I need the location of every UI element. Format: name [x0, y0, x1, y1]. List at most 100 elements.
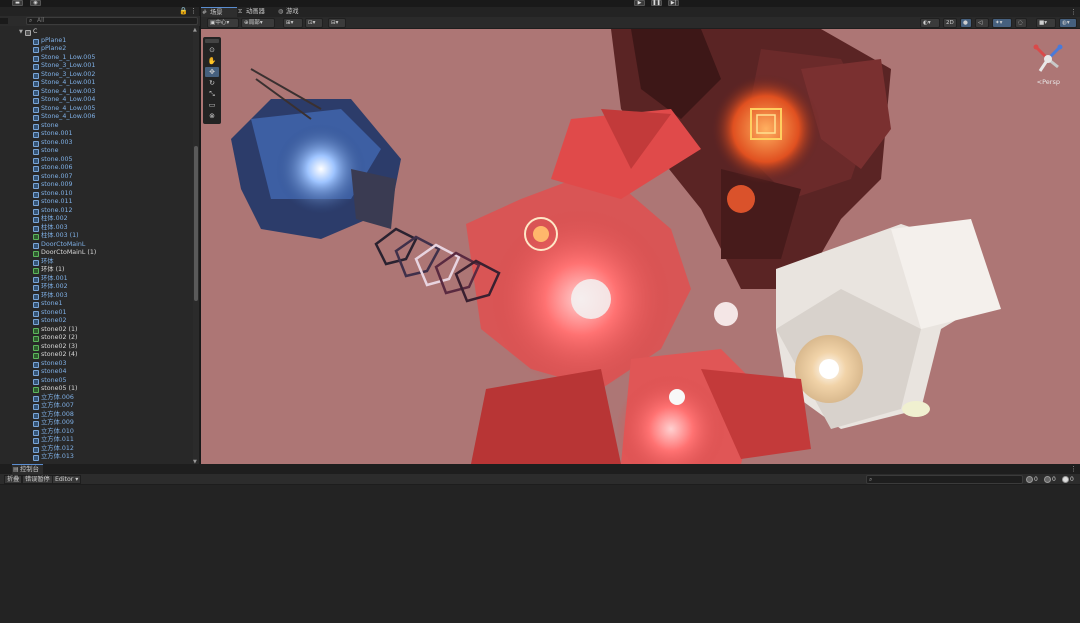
- hierarchy-item[interactable]: stone02 (1): [0, 326, 192, 335]
- hierarchy-item[interactable]: 环体 (1): [0, 266, 192, 275]
- pause-icon[interactable]: ❚❚: [651, 0, 662, 6]
- hierarchy-item[interactable]: Stone_4_Low.006: [0, 113, 192, 122]
- hierarchy-item[interactable]: 环体.002: [0, 283, 192, 292]
- audio-icon[interactable]: ◁: [975, 18, 989, 28]
- hierarchy-item[interactable]: 柱体.003 (1): [0, 232, 192, 241]
- toggle-2d-button[interactable]: 2D: [943, 18, 957, 28]
- more-menu-icon[interactable]: ⋮: [1070, 465, 1077, 473]
- editor-dropdown[interactable]: Editor ▾: [52, 475, 82, 484]
- hierarchy-item[interactable]: stone: [0, 147, 192, 156]
- hierarchy-item[interactable]: Stone_3_Low.002: [0, 71, 192, 80]
- transform-tool-icon[interactable]: ⊗: [205, 111, 219, 121]
- hierarchy-item[interactable]: stone04: [0, 368, 192, 377]
- snap-icon[interactable]: ⊞▾: [283, 18, 303, 28]
- hierarchy-item[interactable]: pPlane1: [0, 37, 192, 46]
- hierarchy-item[interactable]: stone02 (4): [0, 351, 192, 360]
- hierarchy-item[interactable]: stone.005: [0, 156, 192, 165]
- hierarchy-item[interactable]: Stone_4_Low.004: [0, 96, 192, 105]
- hierarchy-item[interactable]: Stone_4_Low.001: [0, 79, 192, 88]
- hierarchy-item[interactable]: stone.003: [0, 139, 192, 148]
- layers-icon[interactable]: ▬: [12, 0, 23, 6]
- hand-tool-icon[interactable]: ✋: [205, 56, 219, 66]
- hierarchy-item[interactable]: Stone_4_Low.003: [0, 88, 192, 97]
- hierarchy-item[interactable]: 立方体.012: [0, 445, 192, 454]
- rect-tool-icon[interactable]: ▭: [205, 100, 219, 110]
- hierarchy-item[interactable]: 立方体.007: [0, 402, 192, 411]
- hierarchy-item[interactable]: stone03: [0, 360, 192, 369]
- hierarchy-item[interactable]: stone02 (3): [0, 343, 192, 352]
- hierarchy-item[interactable]: stone1: [0, 300, 192, 309]
- effects-icon[interactable]: ✦▾: [992, 18, 1012, 28]
- hierarchy-item[interactable]: stone.001: [0, 130, 192, 139]
- hierarchy-item[interactable]: stone.009: [0, 181, 192, 190]
- hierarchy-item[interactable]: 柱体.003: [0, 224, 192, 233]
- rotate-tool-icon[interactable]: ↻: [205, 78, 219, 88]
- account-icon[interactable]: ◉: [30, 0, 41, 6]
- error-pause-button[interactable]: 错误暂停: [22, 475, 53, 484]
- scrollbar-thumb[interactable]: [194, 146, 198, 301]
- move-tool-icon[interactable]: ✥: [205, 67, 219, 77]
- hierarchy-item[interactable]: 立方体.013: [0, 453, 192, 462]
- tree-root-row[interactable]: ▼ C: [0, 28, 192, 37]
- hierarchy-item[interactable]: Stone_1_Low.005: [0, 54, 192, 63]
- hierarchy-item[interactable]: Stone_4_Low.005: [0, 105, 192, 114]
- hierarchy-scrollbar[interactable]: ▲ ▼: [193, 27, 199, 465]
- hierarchy-item[interactable]: stone01: [0, 309, 192, 318]
- hierarchy-item[interactable]: 环体.003: [0, 292, 192, 301]
- hierarchy-item[interactable]: stone02: [0, 317, 192, 326]
- scene-viewport[interactable]: ⊙ ✋ ✥ ↻ ⤡ ▭ ⊗ <Persp: [201, 29, 1080, 464]
- lighting-icon[interactable]: ●: [960, 18, 972, 28]
- space-dropdown[interactable]: ⊕局部▾: [241, 18, 275, 28]
- tab-game[interactable]: ◍ 游戏: [277, 7, 309, 17]
- hierarchy-item[interactable]: stone.011: [0, 198, 192, 207]
- hierarchy-item[interactable]: pPlane2: [0, 45, 192, 54]
- step-icon[interactable]: ▶|: [668, 0, 679, 6]
- hierarchy-item[interactable]: Stone_3_Low.001: [0, 62, 192, 71]
- hierarchy-item[interactable]: stone.012: [0, 207, 192, 216]
- grid-icon[interactable]: ⊡▾: [305, 18, 323, 28]
- gizmos-icon[interactable]: ◍▾: [1059, 18, 1077, 28]
- tab-scene[interactable]: # 场景: [201, 7, 237, 17]
- hierarchy-item[interactable]: 立方体.006: [0, 394, 192, 403]
- hierarchy-item[interactable]: 环体: [0, 258, 192, 267]
- hierarchy-item[interactable]: DoorCtoMainL: [0, 241, 192, 250]
- more-menu-icon[interactable]: ⋮: [190, 7, 197, 16]
- lock-icon[interactable]: 🔒: [179, 7, 188, 16]
- collapse-button[interactable]: 折叠: [4, 475, 23, 484]
- hierarchy-item[interactable]: 环体.001: [0, 275, 192, 284]
- hidden-objects-icon[interactable]: ◌: [1015, 18, 1027, 28]
- hierarchy-item[interactable]: stone05: [0, 377, 192, 386]
- hierarchy-item[interactable]: 立方体.010: [0, 428, 192, 437]
- scroll-up-icon[interactable]: ▲: [193, 27, 197, 33]
- warn-count-toggle[interactable]: 0: [1044, 475, 1056, 484]
- hierarchy-item[interactable]: stone.010: [0, 190, 192, 199]
- tab-animator[interactable]: ⧖ 动画器: [237, 7, 277, 17]
- create-dropdown[interactable]: [0, 18, 8, 24]
- log-count-toggle[interactable]: 0: [1026, 475, 1038, 484]
- hierarchy-item[interactable]: stone02 (2): [0, 334, 192, 343]
- console-search-input[interactable]: ⌕: [866, 475, 1023, 484]
- play-icon[interactable]: ▶: [634, 0, 645, 6]
- view-tool-icon[interactable]: ⊙: [205, 45, 219, 55]
- hierarchy-item[interactable]: DoorCtoMainL (1): [0, 249, 192, 258]
- pivot-dropdown[interactable]: ▣中心▾: [207, 18, 239, 28]
- expand-arrow-icon[interactable]: ▼: [19, 28, 23, 37]
- hierarchy-item[interactable]: stone.006: [0, 164, 192, 173]
- draw-mode-icon[interactable]: ◐▾: [920, 18, 940, 28]
- hierarchy-item[interactable]: 立方体.008: [0, 411, 192, 420]
- error-count-toggle[interactable]: 0: [1062, 475, 1074, 484]
- hierarchy-item[interactable]: stone.007: [0, 173, 192, 182]
- scale-tool-icon[interactable]: ⤡: [205, 89, 219, 99]
- hierarchy-item[interactable]: stone: [0, 122, 192, 131]
- hierarchy-item[interactable]: stone05 (1): [0, 385, 192, 394]
- projection-label[interactable]: <Persp: [1037, 78, 1060, 86]
- hierarchy-search-input[interactable]: ⌕ All: [26, 17, 198, 25]
- tab-console[interactable]: ▤ 控制台: [12, 464, 43, 474]
- camera-icon[interactable]: ■▾: [1036, 18, 1056, 28]
- hierarchy-item[interactable]: 立方体.011: [0, 436, 192, 445]
- increment-snap-icon[interactable]: ⊟▾: [328, 18, 346, 28]
- hierarchy-item[interactable]: 柱体.002: [0, 215, 192, 224]
- more-menu-icon[interactable]: ⋮: [1070, 8, 1077, 16]
- hierarchy-item[interactable]: 立方体.009: [0, 419, 192, 428]
- palette-handle[interactable]: [205, 39, 219, 43]
